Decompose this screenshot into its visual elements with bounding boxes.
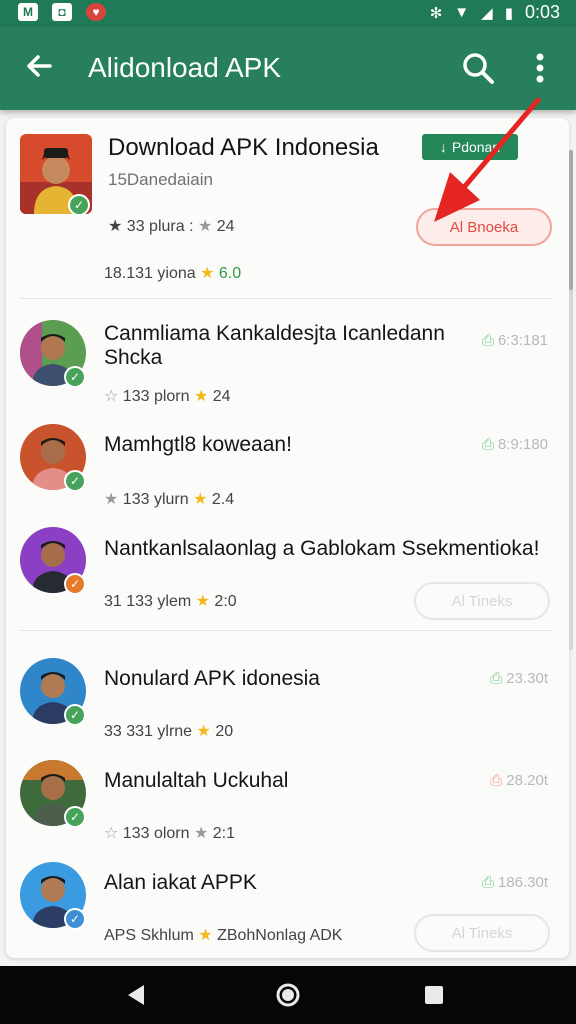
featured-stat2: 24 [216,218,235,235]
vibrate-icon: ✻ [429,4,443,22]
app-title[interactable]: Mamhgtl8 koweaan! [104,433,292,457]
app-title: Alidonload APK [88,52,282,83]
featured-app-subtitle: 15Danedaiain [108,170,213,189]
app-right-meta: ⎙ 23.30t [490,670,548,687]
recents-square-icon[interactable] [420,981,448,1009]
verified-check-icon: ✓ [64,366,86,388]
app-stats-row: 33 331 ylrne ★ 20 [104,723,234,740]
signal-icon: ◢ [481,4,493,22]
photo-icon: ◘ [52,3,72,21]
app-stats-row: ★ 133 ylurn ★ 2.4 [104,491,235,508]
verified-check-icon: ✓ [64,470,86,492]
scrollbar-thumb[interactable] [569,150,573,290]
verified-check-icon: ✓ [64,704,86,726]
app-title[interactable]: Nonulard APK idonesia [104,667,320,691]
verified-check-icon: ✓ [64,806,86,828]
featured-stats-row: ★ 33 plura : ★ 24 [108,218,235,235]
verified-check-icon: ✓ [64,908,86,930]
star-icon: ★ [104,491,119,508]
star-outline-icon: ☆ [104,388,119,405]
app-icon: ♥ [86,3,106,21]
app-action-button[interactable]: Al Tineks [414,582,550,620]
app-right-meta: ⎙ 186.30t [481,874,548,891]
star-icon: ★ [108,218,123,235]
app-title[interactable]: Manulaltah Uckuhal [104,769,288,793]
download-small-icon: ⎙ [490,772,503,789]
app-title-line2: Shcka [104,346,163,369]
app-stats-row: APS Skhlum ★ ZBohNonlag ADK [104,927,343,944]
app-right-meta: ⎙ 6:3:181 [481,332,548,349]
star-gold-icon: ★ [196,723,211,740]
star-gold-icon: ★ [193,491,208,508]
download-small-icon: ⎙ [481,874,494,891]
home-circle-icon[interactable] [274,981,302,1009]
navigation-bar [0,966,576,1024]
verified-check-icon: ✓ [64,573,86,595]
app-title[interactable]: Canmliama Kankaldesjta Icanledann [104,322,445,346]
download-small-icon: ⎙ [481,436,494,453]
more-vert-icon[interactable] [522,48,558,88]
featured-downloads-row: 18.131 yiona ★ 6.0 [104,263,241,283]
divider [20,630,552,631]
app-title[interactable]: Nantkanlsalaonlag a Gablokam Ssekmentiok… [104,537,539,561]
download-small-icon: ⎙ [481,332,494,349]
star-gold-icon: ★ [193,388,209,405]
featured-app-title[interactable]: Download APK Indonesia [108,134,379,162]
star-gold-icon: ★ [198,927,213,944]
app-stats-row: ☆ 133 olorn ★ 2:1 [104,825,236,842]
battery-icon: ▮ [504,4,513,22]
gmail-icon: M [18,3,38,21]
wifi-icon: ▼ [454,4,470,21]
star-gold-icon: ★ [195,593,210,610]
annotation-arrow-icon [434,97,541,222]
verified-check-icon: ✓ [68,194,90,216]
star-outline-icon: ★ [197,218,213,235]
star-gold-icon: ★ [200,265,215,282]
featured-stat1: 33 plura [126,218,185,235]
search-icon[interactable] [458,48,498,88]
featured-downloads: 18.131 yiona [104,265,196,282]
app-right-meta: ⎙ 28.20t [490,772,548,789]
status-time: 0:03 [524,2,560,22]
status-bar: M ◘ ♥ ✻ ▼ ◢ ▮ 0:03 [0,0,576,26]
app-title[interactable]: Alan iakat APPK [104,871,257,895]
download-small-icon: ⎙ [490,670,503,687]
star-outline-icon: ☆ [104,825,119,842]
star-icon: ★ [193,825,209,842]
app-stats-row: 31 133 ylem ★ 2:0 [104,593,237,610]
arrow-left-icon[interactable] [20,46,60,86]
app-right-meta: ⎙ 8:9:180 [481,436,548,453]
app-stats-row: ☆ 133 plorn ★ 24 [104,388,231,405]
back-triangle-icon[interactable] [122,981,150,1009]
divider [20,298,552,299]
featured-rating: 6.0 [218,265,242,282]
app-action-button[interactable]: Al Tineks [414,914,550,952]
